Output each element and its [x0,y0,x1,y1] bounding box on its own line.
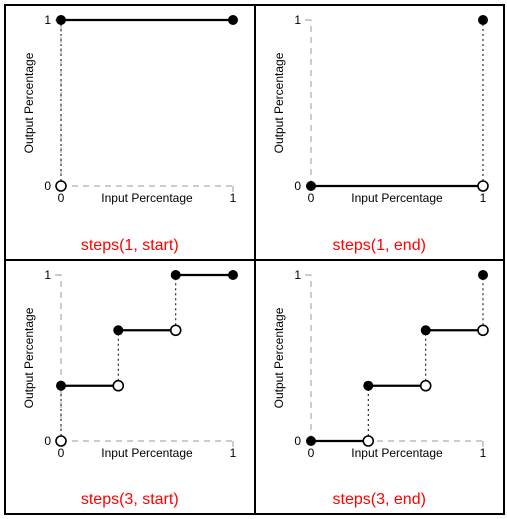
panel-0: 0 1 0 1 Input Percentage Output Percentage st… [5,5,255,260]
svg-text:1: 1 [44,13,51,27]
svg-text:1: 1 [230,446,237,460]
chart-grid: 0 1 0 1 Input Percentage Output Percentage st… [4,4,505,515]
caption-2: steps(3, start) [6,491,254,509]
svg-text:0: 0 [307,446,314,460]
panel-2: 0 1 0 1 Input Percentage Output Percentage st… [5,260,255,515]
caption-1: steps(1, end) [256,237,504,255]
plot-1: 0 1 0 1 Input Percentage Output Percentage [256,6,503,234]
caption-0: steps(1, start) [6,237,254,255]
svg-text:0: 0 [307,191,314,205]
svg-text:0: 0 [58,191,65,205]
svg-text:1: 1 [294,268,301,282]
svg-text:Input Percentage: Input Percentage [101,446,193,460]
svg-text:Output Percentage: Output Percentage [272,52,286,153]
svg-text:0: 0 [44,434,51,448]
svg-text:0: 0 [294,434,301,448]
svg-text:1: 1 [479,446,486,460]
svg-text:Output Percentage: Output Percentage [272,307,286,408]
caption-3: steps(3, end) [256,491,504,509]
panel-1: 0 1 0 1 Input Percentage Output Percentage st… [255,5,505,260]
svg-text:Output Percentage: Output Percentage [22,52,36,153]
svg-text:1: 1 [44,268,51,282]
plot-0: 0 1 0 1 Input Percentage Output Percentage [6,6,253,234]
svg-text:0: 0 [44,179,51,193]
svg-text:1: 1 [230,191,237,205]
svg-text:0: 0 [58,446,65,460]
svg-text:0: 0 [294,179,301,193]
svg-text:Input Percentage: Input Percentage [351,191,443,205]
svg-text:1: 1 [479,191,486,205]
svg-text:1: 1 [294,13,301,27]
svg-text:Input Percentage: Input Percentage [101,191,193,205]
plot-3: 0 1 0 1 Input Percentage Output Percentage [256,261,503,489]
svg-text:Input Percentage: Input Percentage [351,446,443,460]
plot-2: 0 1 0 1 Input Percentage Output Percentage [6,261,253,489]
panel-3: 0 1 0 1 Input Percentage Output Percentage st… [255,260,505,515]
svg-text:Output Percentage: Output Percentage [22,307,36,408]
